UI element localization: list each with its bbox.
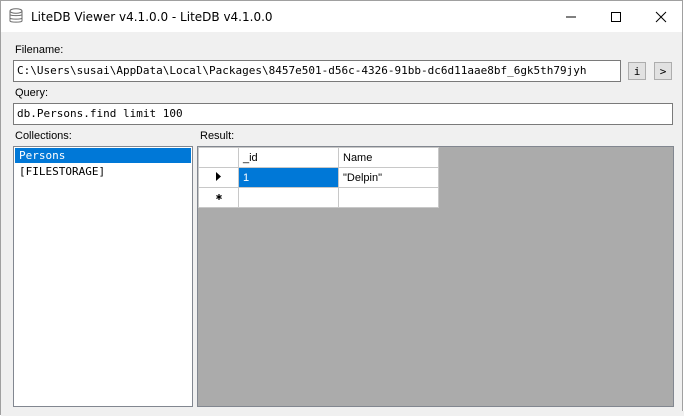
asterisk-icon (215, 193, 222, 200)
column-header-name[interactable]: Name (338, 147, 439, 168)
minimize-button[interactable] (548, 1, 594, 32)
title-bar[interactable]: LiteDB Viewer v4.1.0.0 - LiteDB v4.1.0.0 (1, 1, 682, 32)
new-row[interactable] (198, 187, 439, 208)
maximize-icon (611, 11, 621, 22)
result-grid[interactable]: _id Name 1 "Delpin" (197, 146, 674, 407)
filename-label: Filename: (15, 44, 64, 56)
corner-header[interactable] (198, 147, 239, 168)
open-button[interactable]: > (654, 62, 672, 80)
cell-id[interactable]: 1 (238, 167, 339, 188)
cell-name[interactable]: "Delpin" (338, 167, 439, 188)
row-header[interactable] (198, 167, 239, 188)
minimize-icon (566, 16, 576, 17)
maximize-button[interactable] (593, 1, 639, 32)
database-icon (9, 8, 23, 23)
new-cell-id[interactable] (238, 187, 339, 208)
collections-list[interactable]: Persons [FILESTORAGE] (13, 146, 193, 407)
collection-item-persons[interactable]: Persons (15, 148, 191, 163)
app-window: LiteDB Viewer v4.1.0.0 - LiteDB v4.1.0.0… (0, 0, 684, 416)
result-table: _id Name 1 "Delpin" (198, 147, 439, 208)
close-button[interactable] (638, 1, 684, 32)
new-cell-name[interactable] (338, 187, 439, 208)
table-row[interactable]: 1 "Delpin" (198, 167, 439, 188)
column-header-id[interactable]: _id (238, 147, 339, 168)
window-title: LiteDB Viewer v4.1.0.0 - LiteDB v4.1.0.0 (31, 10, 273, 24)
query-label: Query: (15, 87, 49, 99)
info-button[interactable]: i (628, 62, 646, 80)
filename-input[interactable]: C:\Users\susai\AppData\Local\Packages\84… (13, 60, 621, 82)
new-row-header[interactable] (198, 187, 239, 208)
collections-label: Collections: (15, 130, 72, 142)
collection-item-filestorage[interactable]: [FILESTORAGE] (15, 164, 191, 179)
header-row: _id Name (198, 147, 439, 168)
status-bar (1, 411, 684, 416)
current-row-arrow-icon (215, 171, 221, 181)
query-input[interactable]: db.Persons.find limit 100 (13, 103, 673, 125)
close-icon (655, 11, 667, 22)
result-label: Result: (200, 130, 235, 142)
